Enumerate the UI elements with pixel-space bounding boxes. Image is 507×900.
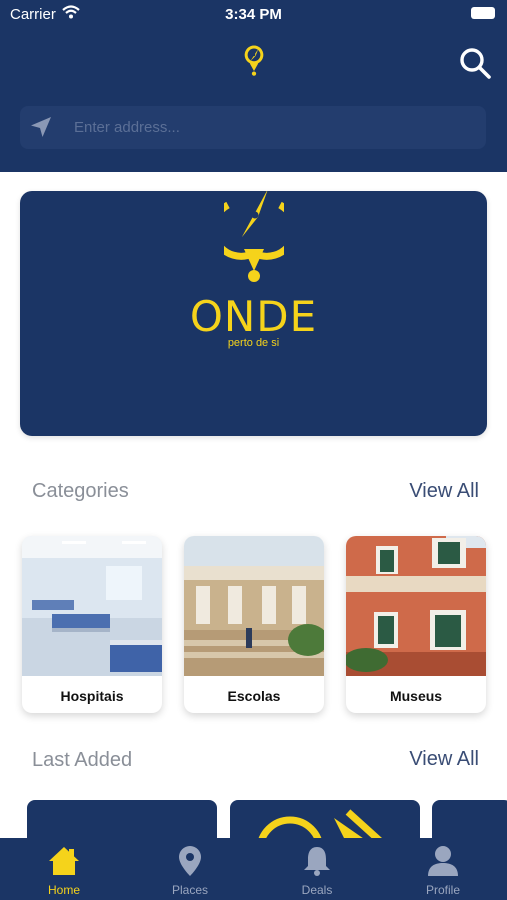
tab-deals[interactable]: Deals (254, 838, 380, 900)
tab-label: Deals (301, 883, 333, 897)
last-added-view-all-link[interactable]: View All (409, 748, 479, 771)
tab-profile[interactable]: Profile (380, 838, 506, 900)
status-bar: Carrier 3:34 PM (0, 0, 507, 28)
category-label: Hospitais (60, 688, 124, 704)
category-label: Museus (389, 688, 443, 704)
tab-places[interactable]: Places (127, 838, 253, 900)
categories-title: Categories (32, 480, 129, 502)
categories-view-all-link[interactable]: View All (409, 480, 479, 503)
tab-home[interactable]: Home (1, 838, 127, 900)
school-building-image (184, 536, 324, 676)
brand-tagline: perto de si (227, 337, 280, 349)
onde-logo-icon (244, 45, 264, 76)
location-arrow-icon (31, 117, 51, 137)
address-search-bar[interactable] (20, 106, 486, 149)
hospital-ward-image (22, 536, 162, 676)
home-icon (49, 847, 79, 875)
map-pin-icon (179, 846, 201, 876)
category-card-escolas[interactable]: Escolas (184, 536, 324, 713)
tab-label: Home (47, 883, 80, 897)
bell-icon (304, 847, 330, 876)
category-card-hospitais[interactable]: Hospitais (22, 536, 162, 713)
user-icon (428, 846, 458, 876)
tab-label: Places (171, 883, 209, 897)
search-icon[interactable] (458, 46, 492, 80)
status-time: 3:34 PM (225, 6, 282, 23)
category-card-museus[interactable]: Museus (346, 536, 486, 713)
bottom-tab-bar: Home Places Deals Profile (0, 838, 507, 900)
address-input[interactable] (74, 106, 474, 149)
promo-banner[interactable]: ONDE perto de si (20, 191, 487, 436)
brand-name: ONDE (189, 292, 318, 341)
battery-icon (471, 7, 495, 19)
museum-building-image (346, 536, 486, 676)
tab-label: Profile (425, 883, 460, 897)
category-label: Escolas (227, 688, 281, 704)
last-added-title: Last Added (32, 749, 133, 771)
app-header: Carrier 3:34 PM (0, 0, 507, 172)
onde-compass-pin-icon (224, 191, 284, 282)
